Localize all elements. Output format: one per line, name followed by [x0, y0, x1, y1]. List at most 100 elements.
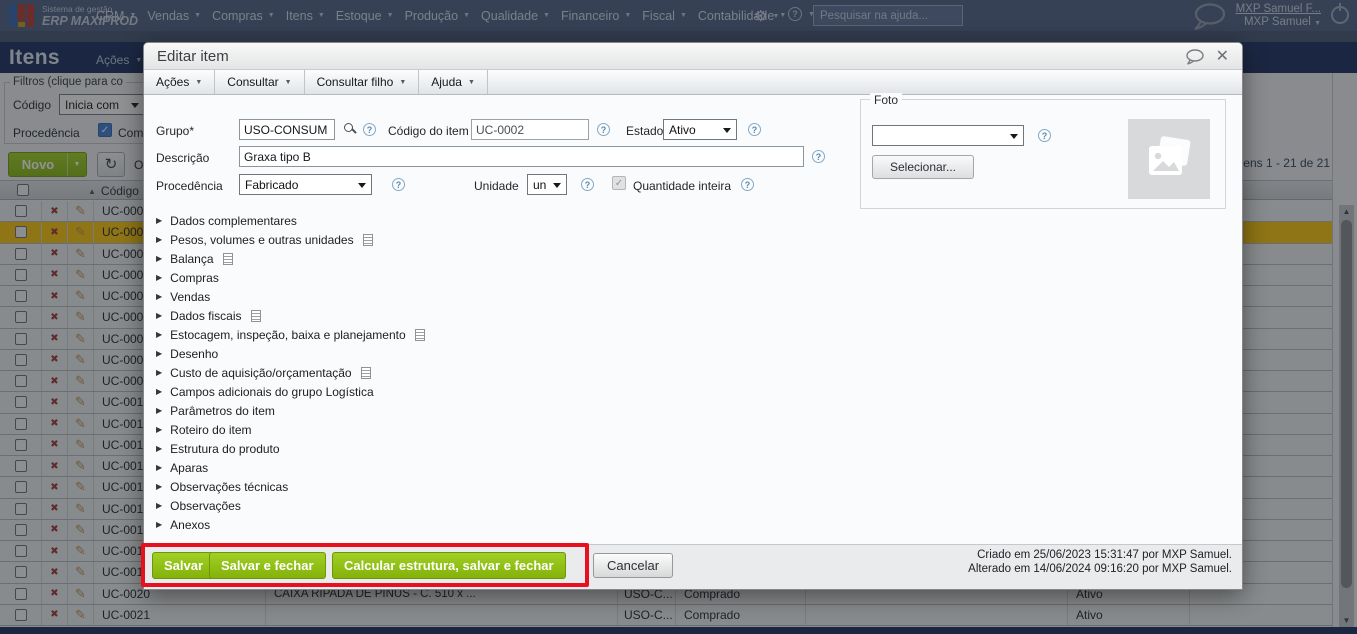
triangle-right-icon: ▶ — [156, 387, 163, 396]
menu-acoes[interactable]: Ações ▼ — [144, 70, 216, 94]
note-icon — [222, 252, 233, 265]
menu-consultar-filho[interactable]: Consultar filho ▼ — [305, 70, 420, 94]
codigo-help-icon[interactable]: ? — [597, 123, 610, 136]
section-label: Observações técnicas — [170, 479, 289, 494]
chevron-down-icon: ▼ — [284, 78, 292, 86]
estado-select[interactable]: Ativo — [663, 119, 737, 140]
section-label: Pesos, volumes e outras unidades — [170, 232, 354, 247]
triangle-right-icon: ▶ — [156, 425, 163, 434]
section-label: Dados fiscais — [170, 308, 242, 323]
unidade-help-icon[interactable]: ? — [581, 178, 594, 191]
dialog-title: Editar item — [157, 48, 229, 65]
section-label: Anexos — [170, 517, 211, 532]
screen: Sistema de gestão ERP MAXIPROD CRM ▼ Ven… — [0, 0, 1357, 634]
note-icon — [250, 309, 261, 322]
dialog-section-toggle[interactable]: ▶ Estocagem, inspeção, baixa e planejame… — [151, 325, 851, 344]
dialog-section-toggle[interactable]: ▶ Estrutura do produto — [151, 439, 851, 458]
procedencia-select[interactable]: Fabricado — [239, 174, 372, 195]
editar-item-dialog: Editar item ✕ Ações ▼ Consultar ▼ Consulta… — [141, 42, 1243, 590]
note-icon — [362, 233, 373, 246]
descricao-input[interactable] — [239, 146, 804, 167]
dialog-section-toggle[interactable]: ▶ Dados complementares — [151, 211, 851, 230]
close-icon[interactable]: ✕ — [1216, 46, 1229, 66]
estado-label: Estado — [626, 124, 664, 138]
section-label: Parâmetros do item — [170, 403, 275, 418]
triangle-right-icon: ▶ — [156, 330, 163, 339]
triangle-right-icon: ▶ — [156, 501, 163, 510]
dialog-section-toggle[interactable]: ▶ Vendas — [151, 287, 851, 306]
photo-placeholder-icon — [1128, 119, 1210, 199]
section-label: Desenho — [170, 346, 219, 361]
triangle-right-icon: ▶ — [156, 406, 163, 415]
foto-legend: Foto — [870, 93, 903, 107]
grupo-input[interactable] — [239, 119, 335, 140]
triangle-right-icon: ▶ — [156, 349, 163, 358]
descricao-label: Descrição — [156, 151, 210, 165]
procedencia-label: Procedência — [156, 179, 223, 193]
unidade-select[interactable]: un — [527, 174, 567, 195]
foto-select[interactable] — [872, 125, 1024, 146]
section-label: Estocagem, inspeção, baixa e planejament… — [170, 327, 406, 342]
foto-selecionar-button[interactable]: Selecionar... — [872, 155, 974, 179]
triangle-right-icon: ▶ — [156, 311, 163, 320]
dialog-section-toggle[interactable]: ▶ Desenho — [151, 344, 851, 363]
section-label: Custo de aquisição/orçamentação — [170, 365, 352, 380]
menu-ajuda[interactable]: Ajuda ▼ — [419, 70, 488, 94]
dialog-titlebar: Editar item ✕ — [144, 43, 1242, 70]
triangle-right-icon: ▶ — [156, 235, 163, 244]
procedencia-help-icon[interactable]: ? — [392, 178, 405, 191]
salvar-e-fechar-button[interactable]: Salvar e fechar — [209, 552, 326, 579]
note-icon — [360, 366, 371, 379]
dialog-section-toggle[interactable]: ▶ Parâmetros do item — [151, 401, 851, 420]
unidade-label: Unidade — [474, 179, 519, 193]
section-label: Aparas — [170, 460, 209, 475]
dialog-section-toggle[interactable]: ▶ Custo de aquisição/orçamentação — [151, 363, 851, 382]
triangle-right-icon: ▶ — [156, 444, 163, 453]
section-label: Dados complementares — [170, 213, 297, 228]
salvar-button[interactable]: Salvar — [152, 552, 216, 579]
triangle-right-icon: ▶ — [156, 368, 163, 377]
estado-help-icon[interactable]: ? — [748, 123, 761, 136]
triangle-right-icon: ▶ — [156, 254, 163, 263]
quantidade-inteira-checkbox[interactable]: ✓ — [612, 176, 626, 190]
dialog-menubar: Ações ▼ Consultar ▼ Consultar filho ▼ Ajuda… — [144, 70, 1242, 95]
dialog-section-toggle[interactable]: ▶ Dados fiscais — [151, 306, 851, 325]
calcular-estrutura-button[interactable]: Calcular estrutura, salvar e fechar — [332, 552, 566, 579]
search-lookup-icon[interactable] — [344, 123, 353, 132]
grupo-label: Grupo* — [156, 124, 195, 138]
section-label: Campos adicionais do grupo Logística — [170, 384, 374, 399]
audit-info: Criado em 25/06/2023 15:31:47 por MXP Sa… — [968, 548, 1232, 576]
foto-help-icon[interactable]: ? — [1038, 129, 1051, 142]
triangle-right-icon: ▶ — [156, 216, 163, 225]
dialog-section-toggle[interactable]: ▶ Roteiro do item — [151, 420, 851, 439]
section-label: Observações — [170, 498, 241, 513]
cancelar-button[interactable]: Cancelar — [593, 553, 674, 578]
dialog-section-toggle[interactable]: ▶ Compras — [151, 268, 851, 287]
section-label: Vendas — [170, 289, 211, 304]
dialog-section-toggle[interactable]: ▶ Aparas — [151, 458, 851, 477]
dialog-section-toggle[interactable]: ▶ Pesos, volumes e outras unidades — [151, 230, 851, 249]
note-icon — [414, 328, 425, 341]
chevron-down-icon: ▼ — [399, 78, 407, 86]
dialog-chat-bubble-icon[interactable] — [1185, 49, 1204, 70]
dialog-section-toggle[interactable]: ▶ Observações técnicas — [151, 477, 851, 496]
dialog-section-toggle[interactable]: ▶ Anexos — [151, 515, 851, 534]
dialog-section-toggle[interactable]: ▶ Campos adicionais do grupo Logística — [151, 382, 851, 401]
grupo-help-icon[interactable]: ? — [363, 123, 376, 136]
menu-consultar[interactable]: Consultar ▼ — [215, 70, 305, 94]
codigo-item-input[interactable] — [471, 119, 589, 140]
triangle-right-icon: ▶ — [156, 463, 163, 472]
descricao-help-icon[interactable]: ? — [812, 150, 825, 163]
quantidade-inteira-label: Quantidade inteira — [633, 179, 732, 193]
section-label: Estrutura do produto — [170, 441, 280, 456]
triangle-right-icon: ▶ — [156, 273, 163, 282]
chevron-down-icon: ▼ — [195, 78, 203, 86]
quantidade-inteira-help-icon[interactable]: ? — [741, 178, 754, 191]
chevron-down-icon: ▼ — [467, 78, 475, 86]
codigo-item-label: Código do item — [388, 124, 469, 138]
dialog-section-toggle[interactable]: ▶ Observações — [151, 496, 851, 515]
collapsible-sections: ▶ Dados complementares ▶ Pesos, volumes … — [151, 211, 851, 534]
criado-em: Criado em 25/06/2023 15:31:47 por MXP Sa… — [977, 549, 1232, 561]
dialog-section-toggle[interactable]: ▶ Balança — [151, 249, 851, 268]
section-label: Compras — [170, 270, 219, 285]
